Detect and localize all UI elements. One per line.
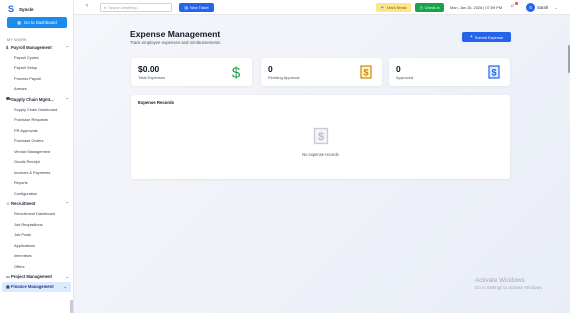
stat-card-approved: 0 Approved $ <box>389 58 510 86</box>
sidebar-group-finance-management[interactable]: ▣ Finance Management ⌄ <box>2 281 71 292</box>
collapse-sidebar-icon[interactable]: ‹ <box>86 3 88 9</box>
go-to-dashboard-button[interactable]: ▦ Go to Dashboard <box>7 17 67 28</box>
main-content: Expense Management Track employee expens… <box>74 15 570 313</box>
checkin-label: Check-in <box>424 5 440 10</box>
notification-dot <box>515 2 518 5</box>
topbar: ‹ ⌕ Search Anything... ▤ New Ticket ☕ Ma… <box>74 0 570 15</box>
new-ticket-label: New Ticket <box>190 5 209 10</box>
expense-records-panel: Expense Records $ No expense records <box>131 95 510 179</box>
empty-state-text: No expense records <box>302 152 339 157</box>
page-subtitle: Track employee expenses and reimbursemen… <box>130 40 221 45</box>
grid-icon: ▦ <box>17 20 22 25</box>
search-icon: ⌕ <box>104 5 107 10</box>
new-ticket-button[interactable]: ▤ New Ticket <box>179 3 214 12</box>
stat-label: Pending Approval <box>268 75 300 80</box>
sidebar-item-offers[interactable]: Offers <box>0 261 73 272</box>
sidebar-item-recruitment-dashboard[interactable]: Recruitment Dashboard <box>0 209 73 220</box>
sidebar-item-purchase-requests[interactable]: Purchase Requests <box>0 115 73 126</box>
sidebar-group-label: Supply Chain Mgmt... <box>11 96 54 102</box>
sidebar-item-payroll-cycles[interactable]: Payroll Cycles <box>0 52 73 63</box>
sidebar-group-label: Payroll Management <box>11 44 52 50</box>
activate-windows-title: Activate Windows <box>475 277 525 284</box>
chevron-up-icon: ⌃ <box>65 96 69 102</box>
sidebar-item-supply-chain-dashboard[interactable]: Supply Chain Dashboard <box>0 104 73 115</box>
sidebar-group-label: Recruitment <box>11 201 36 206</box>
svg-text:$: $ <box>491 68 496 78</box>
sidebar-group-project-management[interactable]: ▭ Project Management ⌄ <box>0 272 73 282</box>
receipt-icon: $ <box>359 64 373 80</box>
sidebar-scrollbar[interactable] <box>70 300 73 313</box>
stat-value: 0 <box>268 64 273 74</box>
sidebar-item-purchase-orders[interactable]: Purchase Orders <box>0 136 73 147</box>
stat-value: $0.00 <box>138 64 160 74</box>
avatar[interactable]: S <box>526 2 535 12</box>
username[interactable]: Sarah <box>537 5 548 10</box>
syncle-logo-icon: S <box>8 3 15 14</box>
stat-card-pending-approval: 0 Pending Approval $ <box>261 58 382 86</box>
coffee-icon: ☕ <box>380 6 386 10</box>
stat-card-total-expenses: $0.00 Total Expenses $ <box>131 58 252 86</box>
chevron-down-icon: ⌄ <box>63 284 67 289</box>
sidebar-group-recruitment[interactable]: ☺ Recruitment ⌃ <box>0 199 73 209</box>
sidebar-item-job-posts[interactable]: Job Posts <box>0 230 73 241</box>
brand[interactable]: S Syncle <box>0 0 73 14</box>
brand-name: Syncle <box>19 6 34 12</box>
sidebar-item-goods-receipt[interactable]: Goods Receipt <box>0 157 73 168</box>
search-placeholder: Search Anything... <box>108 5 140 10</box>
submit-expense-button[interactable]: + Submit Expense <box>462 32 511 42</box>
current-datetime: Mon, Jan 26, 2026 | 07:59 PM <box>450 4 503 10</box>
chevron-down-icon: ⌄ <box>65 274 69 279</box>
sidebar-item-arrears[interactable]: Arrears <box>0 84 73 95</box>
sidebar-item-process-payroll[interactable]: Process Payroll <box>0 73 73 84</box>
checkin-button[interactable]: ◷ Check-in <box>415 3 444 12</box>
sidebar-group-label: Finance Management <box>11 284 54 289</box>
stat-label: Total Expenses <box>138 75 166 80</box>
search-input[interactable]: ⌕ Search Anything... <box>100 3 172 12</box>
receipt-icon: $ <box>487 64 501 80</box>
chevron-down-icon[interactable]: ⌄ <box>554 5 557 10</box>
activate-windows-subtitle: Go to Settings to activate Windows. <box>475 285 543 290</box>
dollar-sign-icon: $ <box>229 64 243 81</box>
stat-value: 0 <box>396 64 401 74</box>
sidebar-item-pr-approvals[interactable]: PR Approvals <box>0 125 73 136</box>
mark-break-label: Mark Break <box>387 5 407 10</box>
sidebar-item-interviews[interactable]: Interviews <box>0 251 73 262</box>
clock-icon: ◷ <box>419 6 423 10</box>
sidebar-item-reports[interactable]: Reports <box>0 178 73 189</box>
sidebar-item-invoices-payments[interactable]: Invoices & Payments <box>0 167 73 178</box>
ticket-icon: ▤ <box>184 6 188 10</box>
receipt-icon: $ <box>313 127 329 145</box>
page-title: Expense Management <box>130 29 221 39</box>
sidebar-group-payroll[interactable]: $ Payroll Management ⌃ <box>0 42 73 52</box>
svg-text:$: $ <box>232 65 241 81</box>
records-title: Expense Records <box>138 100 175 105</box>
svg-text:$: $ <box>363 68 368 78</box>
plus-icon: + <box>469 34 473 40</box>
sidebar-group-label: Project Management <box>11 274 52 279</box>
chevron-up-icon: ⌃ <box>65 44 69 50</box>
bell-icon[interactable]: ♫ <box>510 3 514 9</box>
section-label-my-work: MY WORK <box>7 38 27 42</box>
sidebar-item-applications[interactable]: Applications <box>0 240 73 251</box>
sidebar-item-configuration[interactable]: Configuration <box>0 188 73 199</box>
sidebar-group-supply-chain[interactable]: ⛟ Supply Chain Mgmt... ⌃ <box>0 94 73 104</box>
chevron-up-icon: ⌃ <box>65 201 69 206</box>
stat-label: Approved <box>396 75 414 80</box>
go-to-dashboard-label: Go to Dashboard <box>24 20 57 25</box>
submit-expense-label: Submit Expense <box>474 34 504 40</box>
sidebar: S Syncle ▦ Go to Dashboard MY WORK $ Pay… <box>0 0 74 313</box>
sidebar-item-payroll-setup[interactable]: Payroll Setup <box>0 63 73 74</box>
sidebar-item-vendor-management[interactable]: Vendor Management <box>0 146 73 157</box>
svg-text:$: $ <box>318 131 324 143</box>
sidebar-item-job-requisitions[interactable]: Job Requisitions <box>0 219 73 230</box>
mark-break-button[interactable]: ☕ Mark Break <box>376 3 411 12</box>
